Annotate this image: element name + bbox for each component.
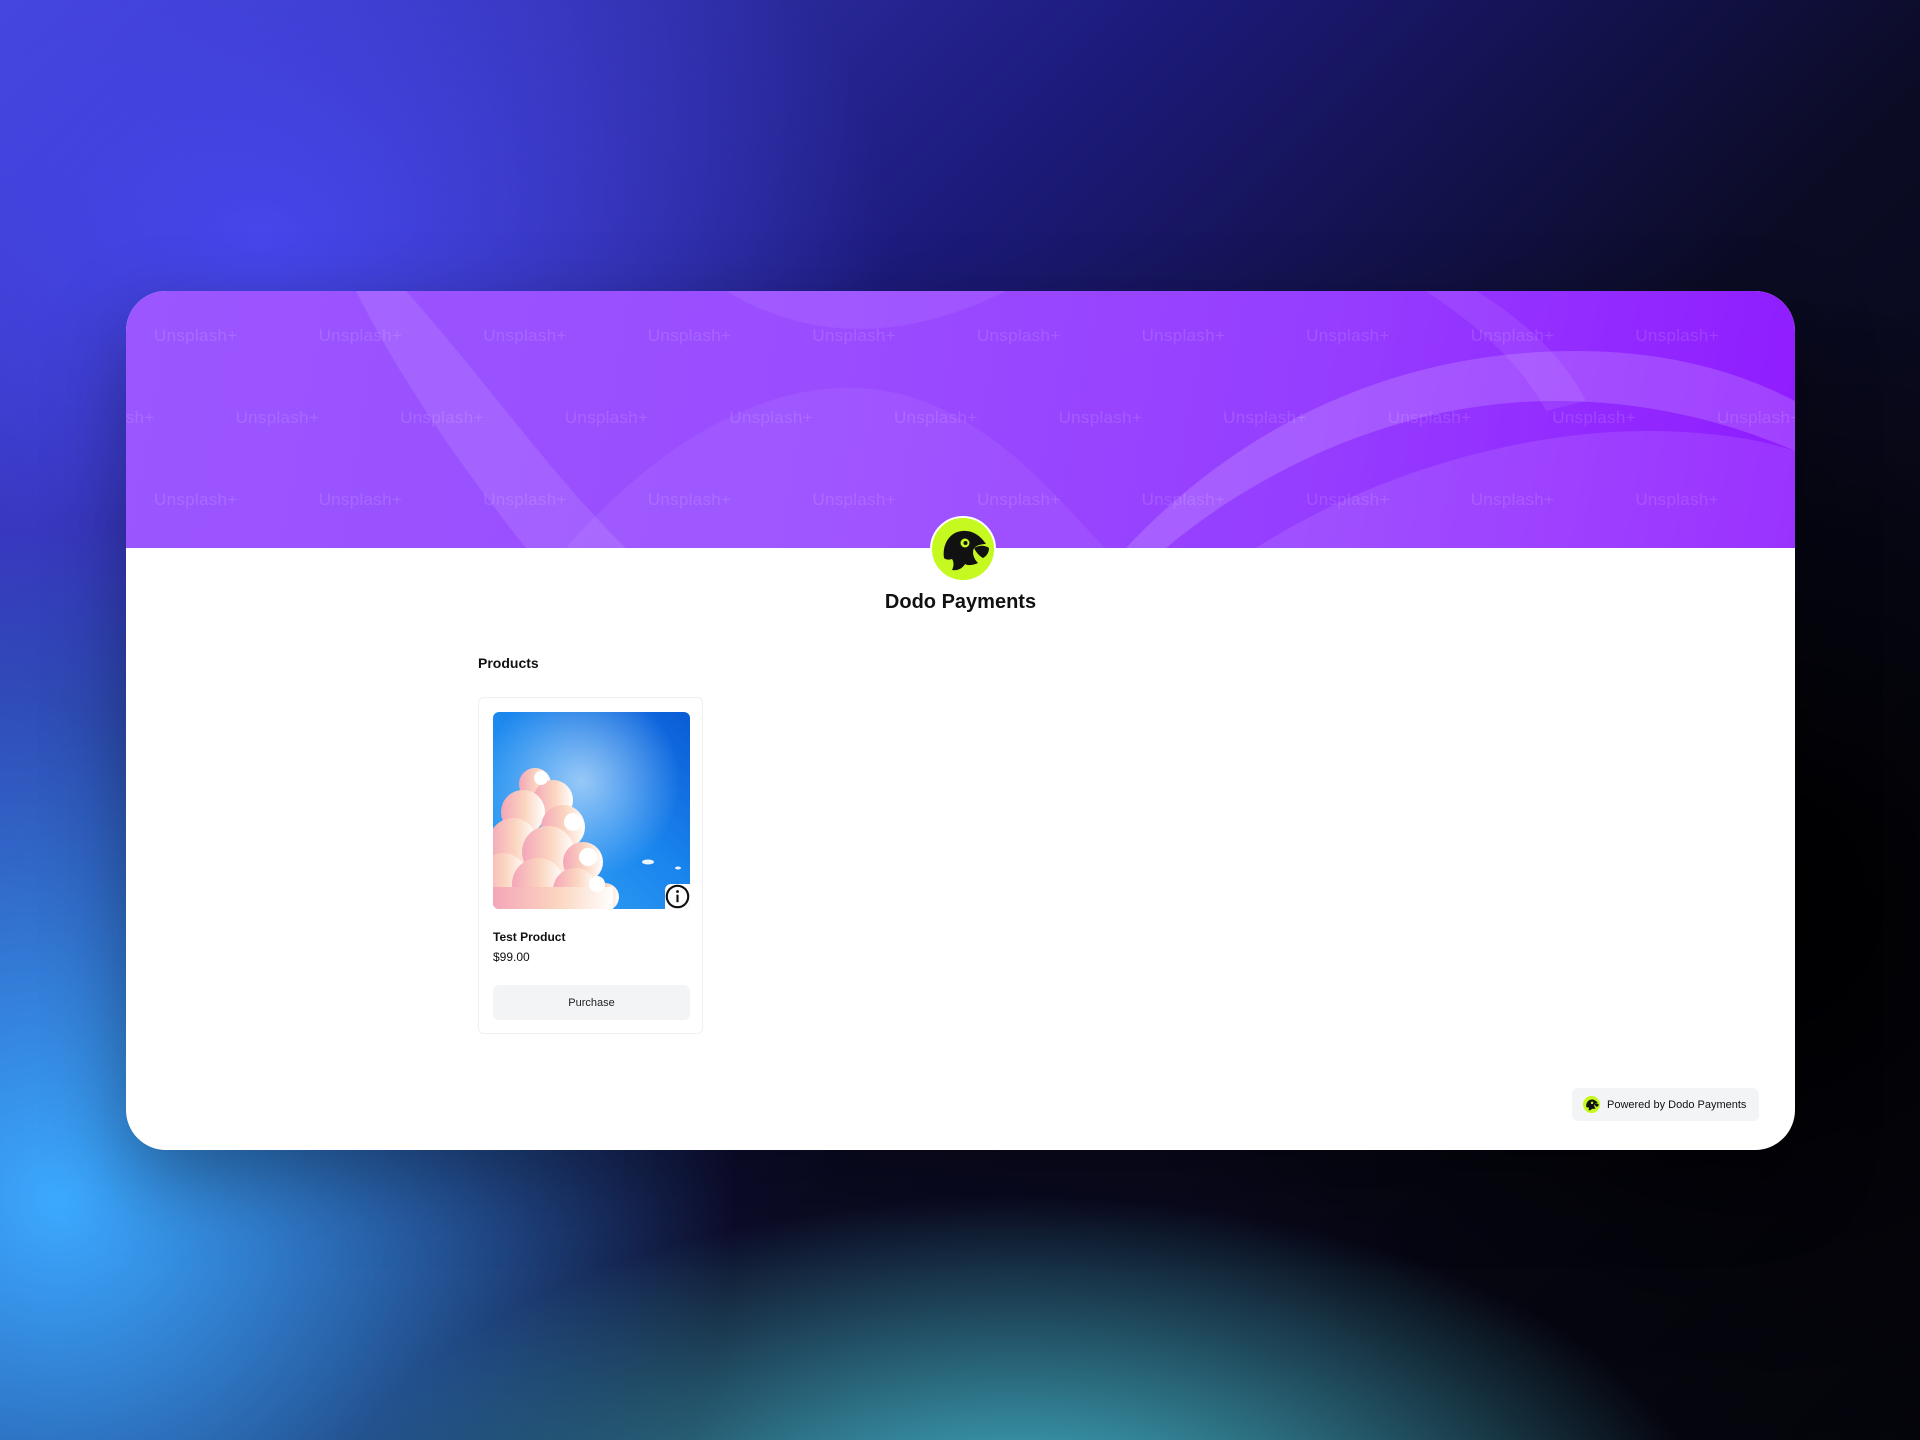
store-logo (930, 516, 996, 582)
watermark-row: Unsplash+Unsplash+Unsplash+Unsplash+Unsp… (154, 490, 1719, 509)
product-price: $99.00 (493, 950, 530, 964)
sky-clouds-image (493, 712, 690, 909)
storefront-window: Unsplash+ Unsplash+ Unsplash+ Unsplash+ Unsp… (126, 291, 1795, 1150)
powered-by-text: Powered by Dodo Payments (1607, 1098, 1747, 1111)
store-banner: Unsplash+ Unsplash+ Unsplash+ Unsplash+ Unsp… (126, 291, 1795, 548)
product-image (493, 712, 690, 909)
watermark-row: Unsplash+Unsplash+Unsplash+Unsplash+Unsp… (154, 326, 1719, 345)
info-icon (665, 884, 690, 909)
product-name: Test Product (493, 930, 566, 944)
store-name: Dodo Payments (884, 591, 1037, 613)
dodo-bird-logo-icon (1583, 1096, 1600, 1113)
dodo-bird-logo-icon (932, 518, 994, 580)
products-heading: Products (478, 655, 539, 671)
powered-by-badge[interactable]: Powered by Dodo Payments (1572, 1088, 1759, 1121)
purchase-button[interactable]: Purchase (493, 985, 690, 1020)
product-info-button[interactable] (665, 884, 690, 909)
watermark-row: Unsplash+Unsplash+Unsplash+Unsplash+Unsp… (126, 408, 1795, 427)
product-card: Test Product $99.00 Purchase (478, 697, 703, 1034)
